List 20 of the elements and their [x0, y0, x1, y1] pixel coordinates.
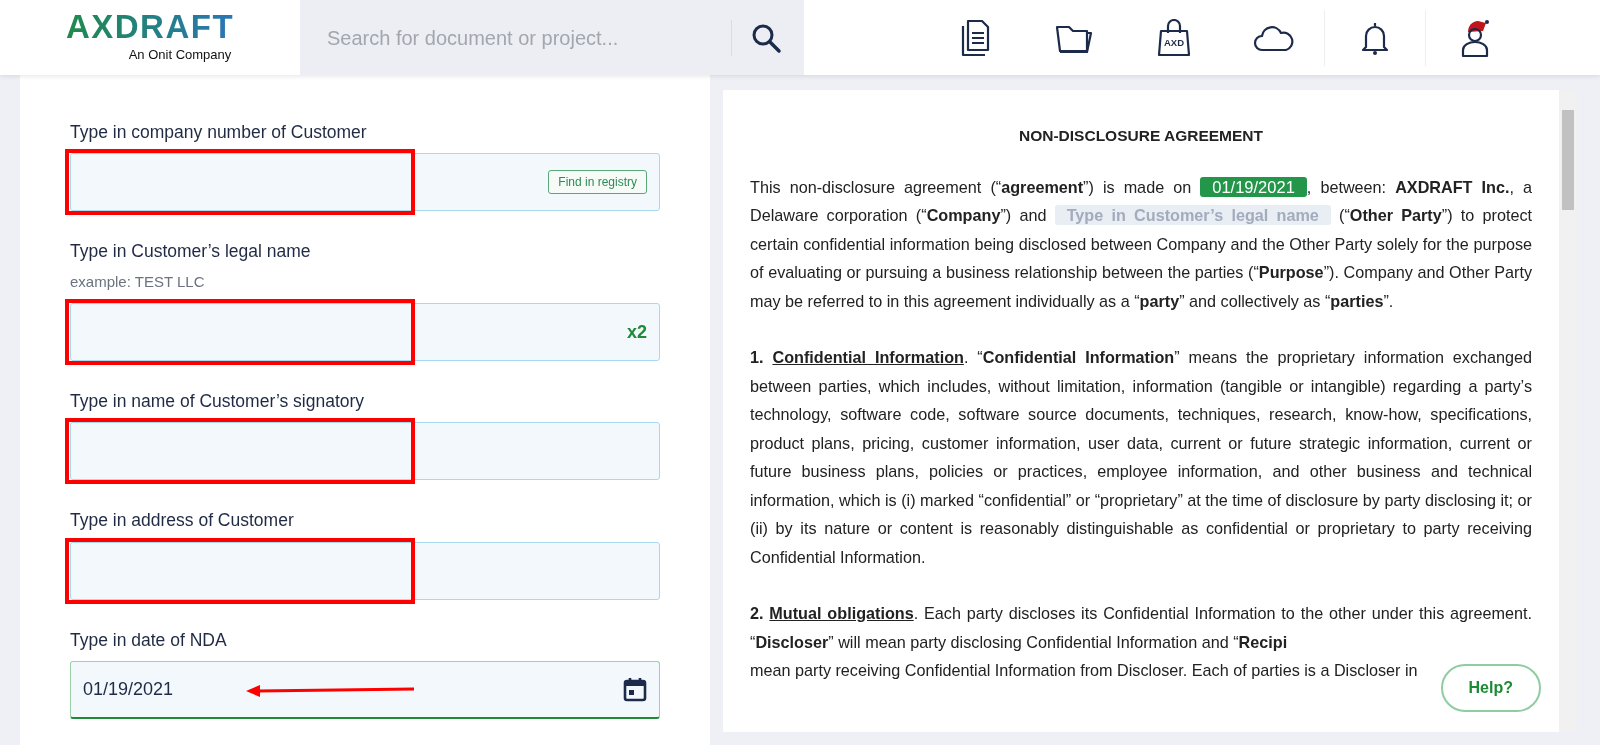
date-value: 01/19/2021 [83, 677, 174, 701]
field-label: Type in Customer’s legal name [70, 240, 312, 264]
scrollbar[interactable] [1559, 90, 1577, 732]
paragraph-text: 1. Confidential Information. “Confidential Information” means the proprietary information exchanged between parties, which includes, without limitation, information (tangible or intangible) regarding a party’s technology, software code, software source documents, techniques, research, know-how, specifications, product plans, pricing, customer information, user data, current or future strategic information, current or future business plans, policies or practices, employee information, and other business and technical information, which is (i) marked “confidential” or “proprietary” at the time of disclosure by party disclosing it; or (ii) by its nature or content is reasonably distinguishable as confidential or proprietary to party receiving Confidential Information. [750, 347, 1532, 568]
search-field[interactable]: Search for document or project... [300, 0, 804, 75]
field-label: Type in company number of Customer [70, 121, 368, 144]
help-button[interactable]: Help? [1440, 664, 1541, 712]
logo-tagline: An Onit Company [128, 46, 232, 65]
field-label: Type in address of Customer [70, 509, 295, 533]
field-label: Type in date of NDA [70, 628, 228, 652]
field-hint: example: TEST LLC [70, 271, 206, 292]
paragraph-text: This non-disclosure agreement (“agreement”) is made on 01/19/2021 , between: AXDRAFT Inc., a Delaware corporation (“Company”) and Type in Customer’s legal name (“Other Party”) to protect certain confidential information being disclosed between Company and the Other Party solely for the purpose of evaluating or pursuing a business relationship between the parties (“Purpose”). Company and Other Party may be referred to in this agreement individually as a “party” and collectively as “parties”. [750, 175, 1532, 312]
occurrence-counter: x2 [626, 320, 647, 344]
document-title: NON-DISCLOSURE AGREEMENT [1018, 126, 1264, 146]
date-chip[interactable]: 01/19/2021 [1200, 176, 1307, 197]
find-in-registry-button[interactable]: Find in registry [548, 170, 647, 195]
calendar-icon[interactable] [623, 676, 647, 703]
search-input[interactable]: Search for document or project... [325, 21, 725, 54]
date-field[interactable]: 01/19/2021 [70, 660, 660, 719]
field-label: Type in name of Customer’s signatory [70, 390, 366, 413]
